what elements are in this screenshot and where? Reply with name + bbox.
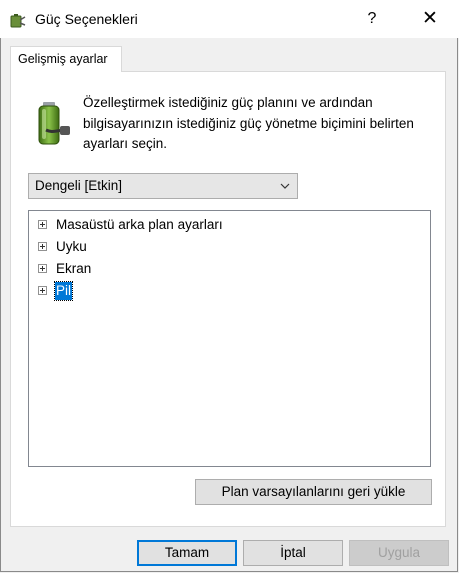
power-options-app-icon bbox=[10, 14, 26, 28]
close-button[interactable]: ✕ bbox=[414, 4, 446, 34]
expand-plus-icon[interactable] bbox=[38, 220, 47, 229]
settings-tree[interactable]: Masaüstü arka plan ayarları Uyku Ekran P… bbox=[28, 210, 431, 467]
chevron-down-icon bbox=[280, 183, 290, 189]
window-title: Güç Seçenekleri bbox=[35, 11, 138, 27]
cancel-button[interactable]: İptal bbox=[243, 540, 343, 566]
restore-plan-defaults-button[interactable]: Plan varsayılanlarını geri yükle bbox=[195, 479, 432, 505]
tab-label: Gelişmiş ayarlar bbox=[18, 52, 108, 66]
apply-button[interactable]: Uygula bbox=[349, 540, 449, 566]
tree-item-label: Pil bbox=[53, 281, 74, 301]
help-button[interactable]: ? bbox=[356, 4, 388, 34]
expand-plus-icon[interactable] bbox=[38, 242, 47, 251]
expand-plus-icon[interactable] bbox=[38, 264, 47, 273]
tree-item-label: Uyku bbox=[56, 239, 87, 254]
title-bar[interactable]: Güç Seçenekleri ? ✕ bbox=[0, 0, 459, 38]
tree-item-label: Ekran bbox=[56, 261, 92, 276]
description-text: Özelleştirmek istediğiniz güç planını ve… bbox=[83, 95, 414, 151]
power-plan-value: Dengeli [Etkin] bbox=[35, 178, 123, 193]
tab-advanced-settings[interactable]: Gelişmiş ayarlar bbox=[10, 46, 122, 72]
ok-button[interactable]: Tamam bbox=[137, 540, 237, 566]
battery-plug-icon bbox=[38, 102, 70, 145]
expand-plus-icon[interactable] bbox=[38, 286, 47, 295]
tree-item-label: Masaüstü arka plan ayarları bbox=[56, 217, 223, 232]
power-plan-dropdown[interactable]: Dengeli [Etkin] bbox=[28, 173, 298, 199]
